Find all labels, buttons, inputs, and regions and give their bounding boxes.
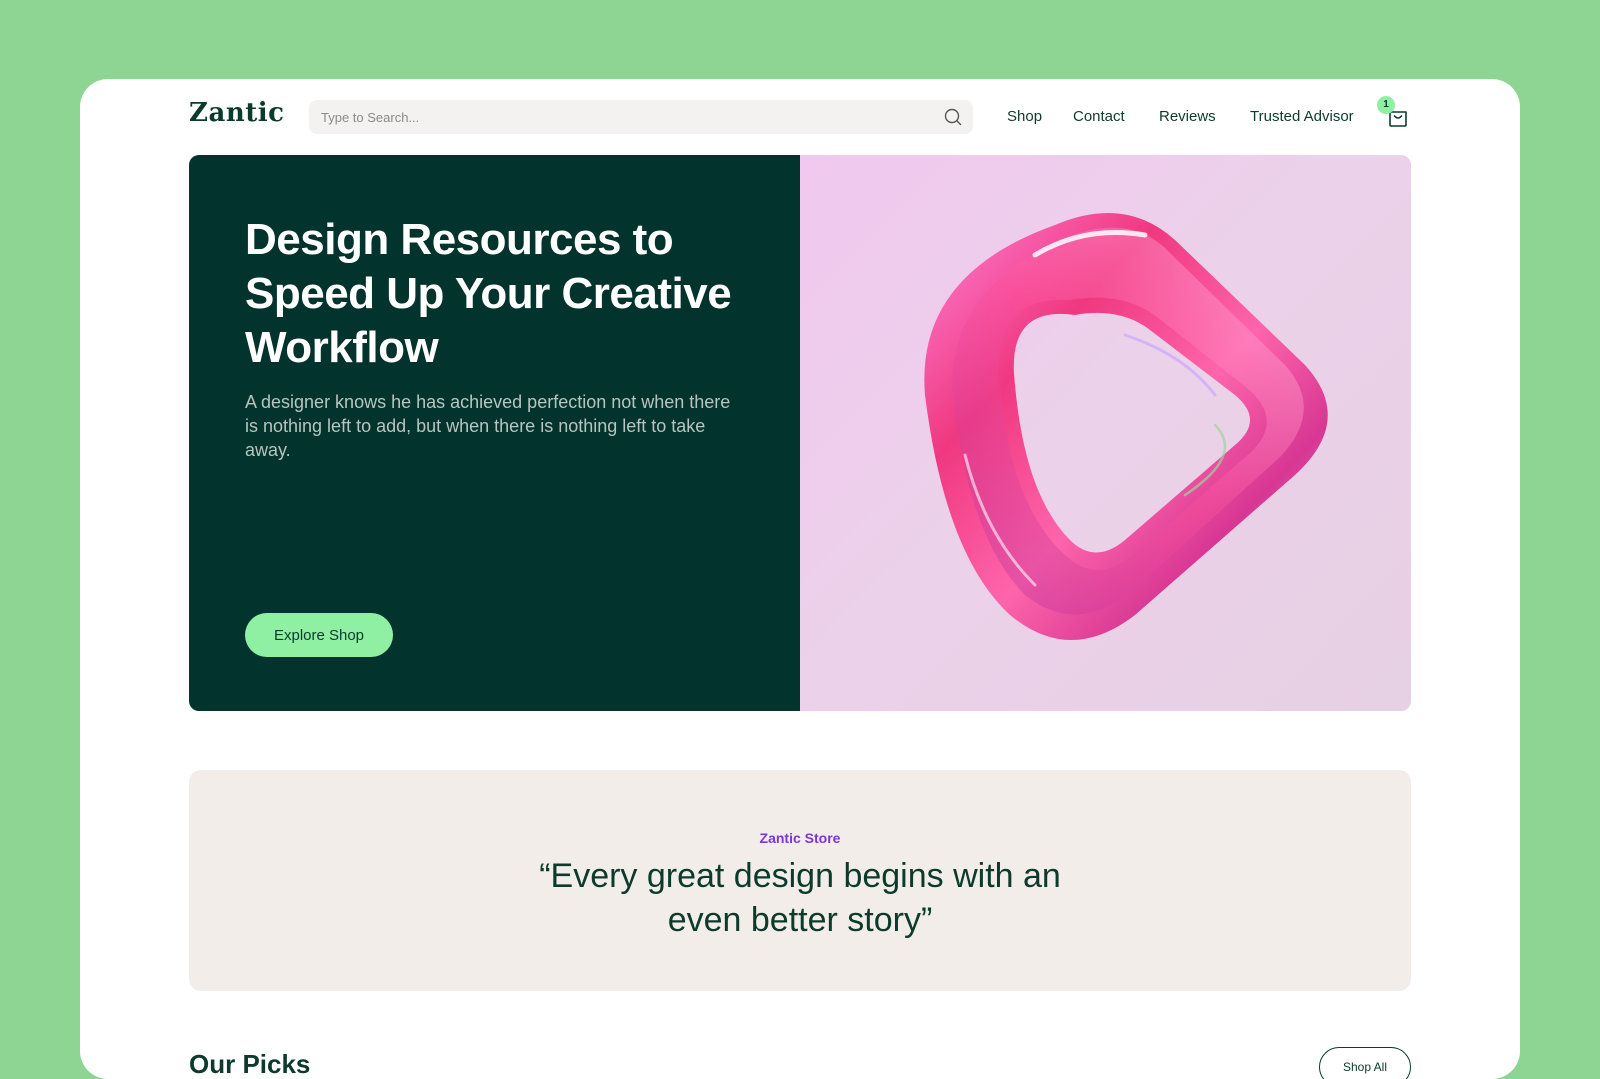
- nav-trusted-advisor[interactable]: Trusted Advisor: [1250, 100, 1354, 134]
- quote-card: Zantic Store “Every great design begins …: [189, 770, 1411, 991]
- our-picks-heading: Our Picks: [189, 1049, 311, 1079]
- browser-window: Zantic Shop Contact Reviews Trusted Advi…: [80, 79, 1520, 1079]
- hero-image-panel: [800, 155, 1411, 711]
- search-input[interactable]: [321, 100, 921, 134]
- search-bar: [309, 100, 973, 134]
- quote-text: “Every great design begins with an even …: [539, 857, 1061, 939]
- hero-text-panel: Design Resources to Speed Up Your Creati…: [189, 155, 800, 711]
- hero-subtitle: A designer knows he has achieved perfect…: [245, 392, 731, 460]
- hero-banner: Design Resources to Speed Up Your Creati…: [189, 155, 1411, 711]
- brand-logo[interactable]: Zantic: [189, 98, 284, 128]
- cart-count-badge: 1: [1377, 96, 1395, 114]
- search-icon[interactable]: [943, 107, 963, 127]
- explore-shop-button[interactable]: Explore Shop: [245, 613, 393, 657]
- nav-reviews[interactable]: Reviews: [1159, 100, 1216, 134]
- site-header: Zantic Shop Contact Reviews Trusted Advi…: [189, 96, 1411, 134]
- quote-eyebrow: Zantic Store: [759, 830, 841, 846]
- nav-contact[interactable]: Contact: [1073, 100, 1125, 134]
- nav-shop[interactable]: Shop: [1007, 100, 1042, 134]
- hero-title: Design Resources to Speed Up Your Creati…: [245, 215, 732, 372]
- hero-3d-ring-image: [924, 213, 1328, 640]
- shop-all-button[interactable]: Shop All: [1319, 1047, 1411, 1079]
